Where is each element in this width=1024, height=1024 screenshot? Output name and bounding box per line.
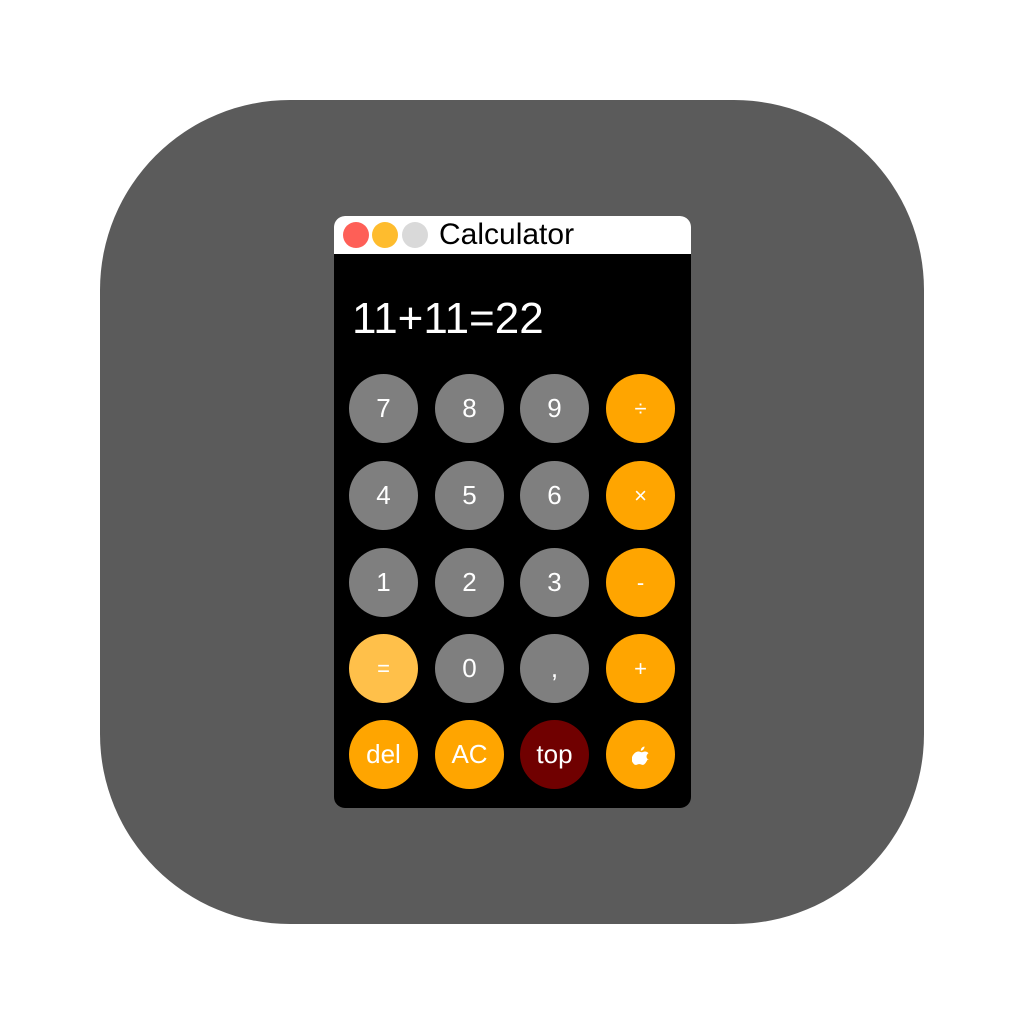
key-9-label: 9	[547, 393, 562, 423]
key-0[interactable]: 0	[435, 634, 504, 703]
key-6[interactable]: 6	[520, 461, 589, 530]
key-0-label: 0	[462, 653, 477, 683]
equals-button[interactable]: =	[349, 634, 418, 703]
key-8-label: 8	[462, 393, 477, 423]
key-7-label: 7	[376, 393, 391, 423]
key-9[interactable]: 9	[520, 374, 589, 443]
key-8[interactable]: 8	[435, 374, 504, 443]
subtract-button-label: -	[636, 570, 645, 595]
multiply-button-label: ×	[634, 483, 647, 508]
key-7[interactable]: 7	[349, 374, 418, 443]
all-clear-button-label: AC	[451, 739, 488, 769]
window-title: Calculator	[439, 218, 575, 251]
maximize-button[interactable]	[402, 222, 428, 248]
comma-button-label: ,	[550, 653, 559, 683]
minimize-button[interactable]	[372, 222, 398, 248]
apple-button[interactable]	[606, 720, 675, 789]
subtract-button[interactable]: -	[606, 548, 675, 617]
key-5[interactable]: 5	[435, 461, 504, 530]
divide-button-label: ÷	[634, 396, 647, 421]
delete-button-label: del	[366, 739, 401, 769]
top-button-label: top	[536, 739, 573, 769]
key-4[interactable]: 4	[349, 461, 418, 530]
top-button[interactable]: top	[520, 720, 589, 789]
title-bar: Calculator	[334, 216, 691, 254]
key-1-label: 1	[376, 567, 391, 597]
key-3[interactable]: 3	[520, 548, 589, 617]
delete-button[interactable]: del	[349, 720, 418, 789]
key-4-label: 4	[376, 480, 391, 510]
add-button-label: +	[634, 656, 647, 681]
calculator-window: Calculator 11+11=22 7 8 9 ÷ 4 5 6 × 1 2 3 - = 0, + del A…	[334, 216, 691, 808]
equals-button-label: =	[377, 656, 390, 681]
all-clear-button[interactable]: AC	[435, 720, 504, 789]
comma-button[interactable]: ,	[520, 634, 589, 703]
multiply-button[interactable]: ×	[606, 461, 675, 530]
key-2-label: 2	[462, 567, 477, 597]
divide-button[interactable]: ÷	[606, 374, 675, 443]
key-3-label: 3	[547, 567, 562, 597]
key-6-label: 6	[547, 480, 562, 510]
display-readout: 11+11=22	[352, 294, 544, 343]
close-button[interactable]	[343, 222, 369, 248]
apple-icon	[631, 746, 649, 765]
add-button[interactable]: +	[606, 634, 675, 703]
key-1[interactable]: 1	[349, 548, 418, 617]
key-5-label: 5	[462, 480, 477, 510]
key-2[interactable]: 2	[435, 548, 504, 617]
